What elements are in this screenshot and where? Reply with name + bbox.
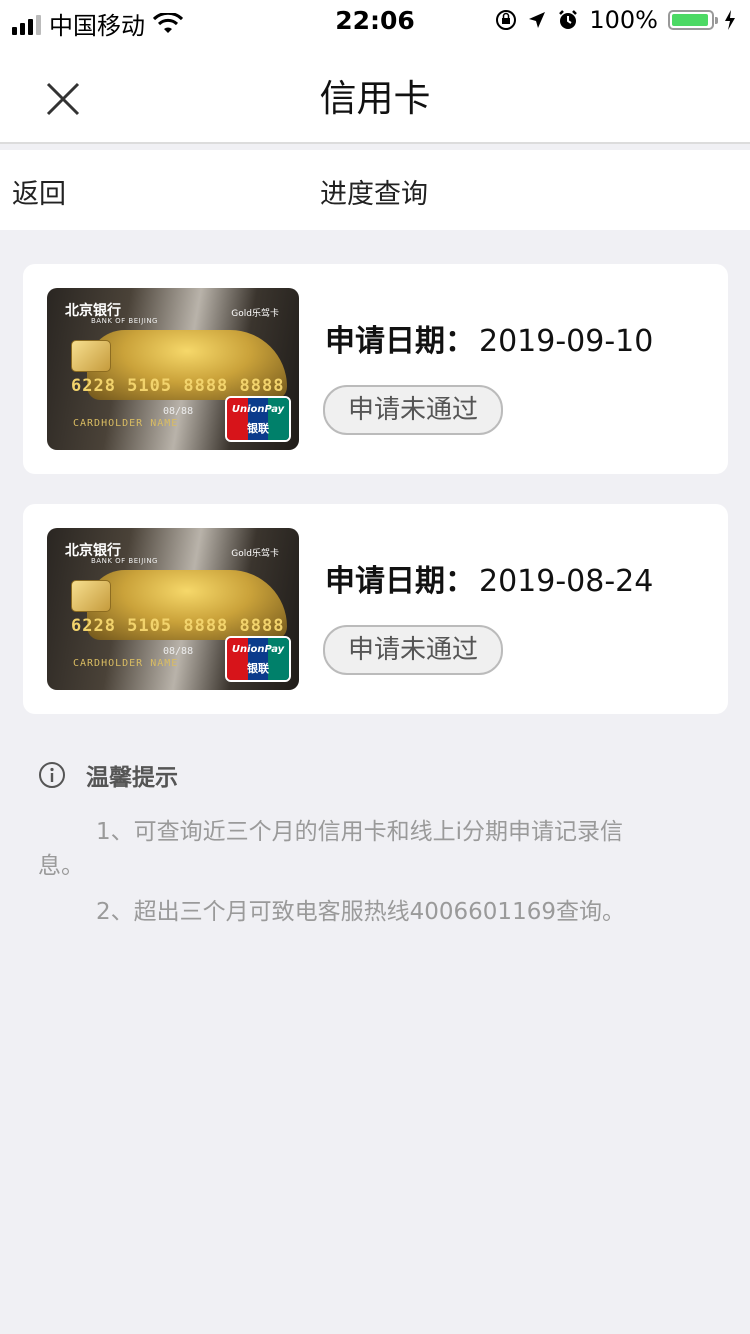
application-card[interactable]: 北京银行 BANK OF BEIJING Gold乐驾卡 6228 5105 8… xyxy=(23,504,728,714)
apply-date-label: 申请日期： xyxy=(325,324,475,359)
alarm-icon xyxy=(559,10,578,29)
card-number: 6228 5105 8888 8888 xyxy=(71,376,285,396)
apply-date-label: 申请日期： xyxy=(325,564,475,599)
credit-card-image: 北京银行 BANK OF BEIJING Gold乐驾卡 6228 5105 8… xyxy=(47,528,299,690)
application-card[interactable]: 北京银行 BANK OF BEIJING Gold乐驾卡 6228 5105 8… xyxy=(23,264,728,474)
credit-card-image: 北京银行 BANK OF BEIJING Gold乐驾卡 6228 5105 8… xyxy=(47,288,299,450)
apply-date: 申请日期： 2019-09-10 xyxy=(325,316,653,360)
unionpay-logo: UnionPay 银联 xyxy=(225,636,291,682)
nav-bar: 信用卡 xyxy=(0,40,750,144)
battery-icon xyxy=(668,10,718,30)
rotation-lock-icon xyxy=(496,10,517,30)
chip-icon xyxy=(71,580,111,612)
card-holder: CARDHOLDER NAME xyxy=(73,418,179,429)
progress-query-tab[interactable]: 进度查询 xyxy=(320,172,428,211)
apply-date-value: 2019-09-10 xyxy=(479,324,654,359)
apply-date: 申请日期： 2019-08-24 xyxy=(325,556,653,600)
chip-icon xyxy=(71,340,111,372)
status-bar: 中国移动 22:06 100% xyxy=(0,0,750,40)
battery-percent: 100% xyxy=(589,6,658,34)
charging-icon xyxy=(725,10,735,30)
bank-name-en: BANK OF BEIJING xyxy=(91,317,158,325)
location-icon xyxy=(529,12,546,28)
tip-item: 2、超出三个月可致电客服热线4006601169查询。 xyxy=(96,899,625,925)
card-expiry: 08/88 xyxy=(163,646,194,657)
status-badge: 申请未通过 xyxy=(323,385,503,435)
status-badge: 申请未通过 xyxy=(323,625,503,675)
apply-date-value: 2019-08-24 xyxy=(479,564,654,599)
info-icon xyxy=(39,762,65,788)
card-holder: CARDHOLDER NAME xyxy=(73,658,179,669)
sub-nav-bar: 返回 进度查询 xyxy=(0,150,750,230)
card-expiry: 08/88 xyxy=(163,406,194,417)
tip-item: 1、可查询近三个月的信用卡和线上i分期申请记录信息。 xyxy=(38,819,624,879)
card-number: 6228 5105 8888 8888 xyxy=(71,616,285,636)
tips-header: 温馨提示 xyxy=(38,758,178,792)
bank-name-en: BANK OF BEIJING xyxy=(91,557,158,565)
card-product-name: Gold乐驾卡 xyxy=(231,309,279,319)
page-title: 信用卡 xyxy=(319,77,431,120)
card-product-name: Gold乐驾卡 xyxy=(231,549,279,559)
unionpay-logo: UnionPay 银联 xyxy=(225,396,291,442)
back-link[interactable]: 返回 xyxy=(12,172,66,211)
tips-title: 温馨提示 xyxy=(86,765,178,791)
status-right: 100% xyxy=(495,6,736,34)
